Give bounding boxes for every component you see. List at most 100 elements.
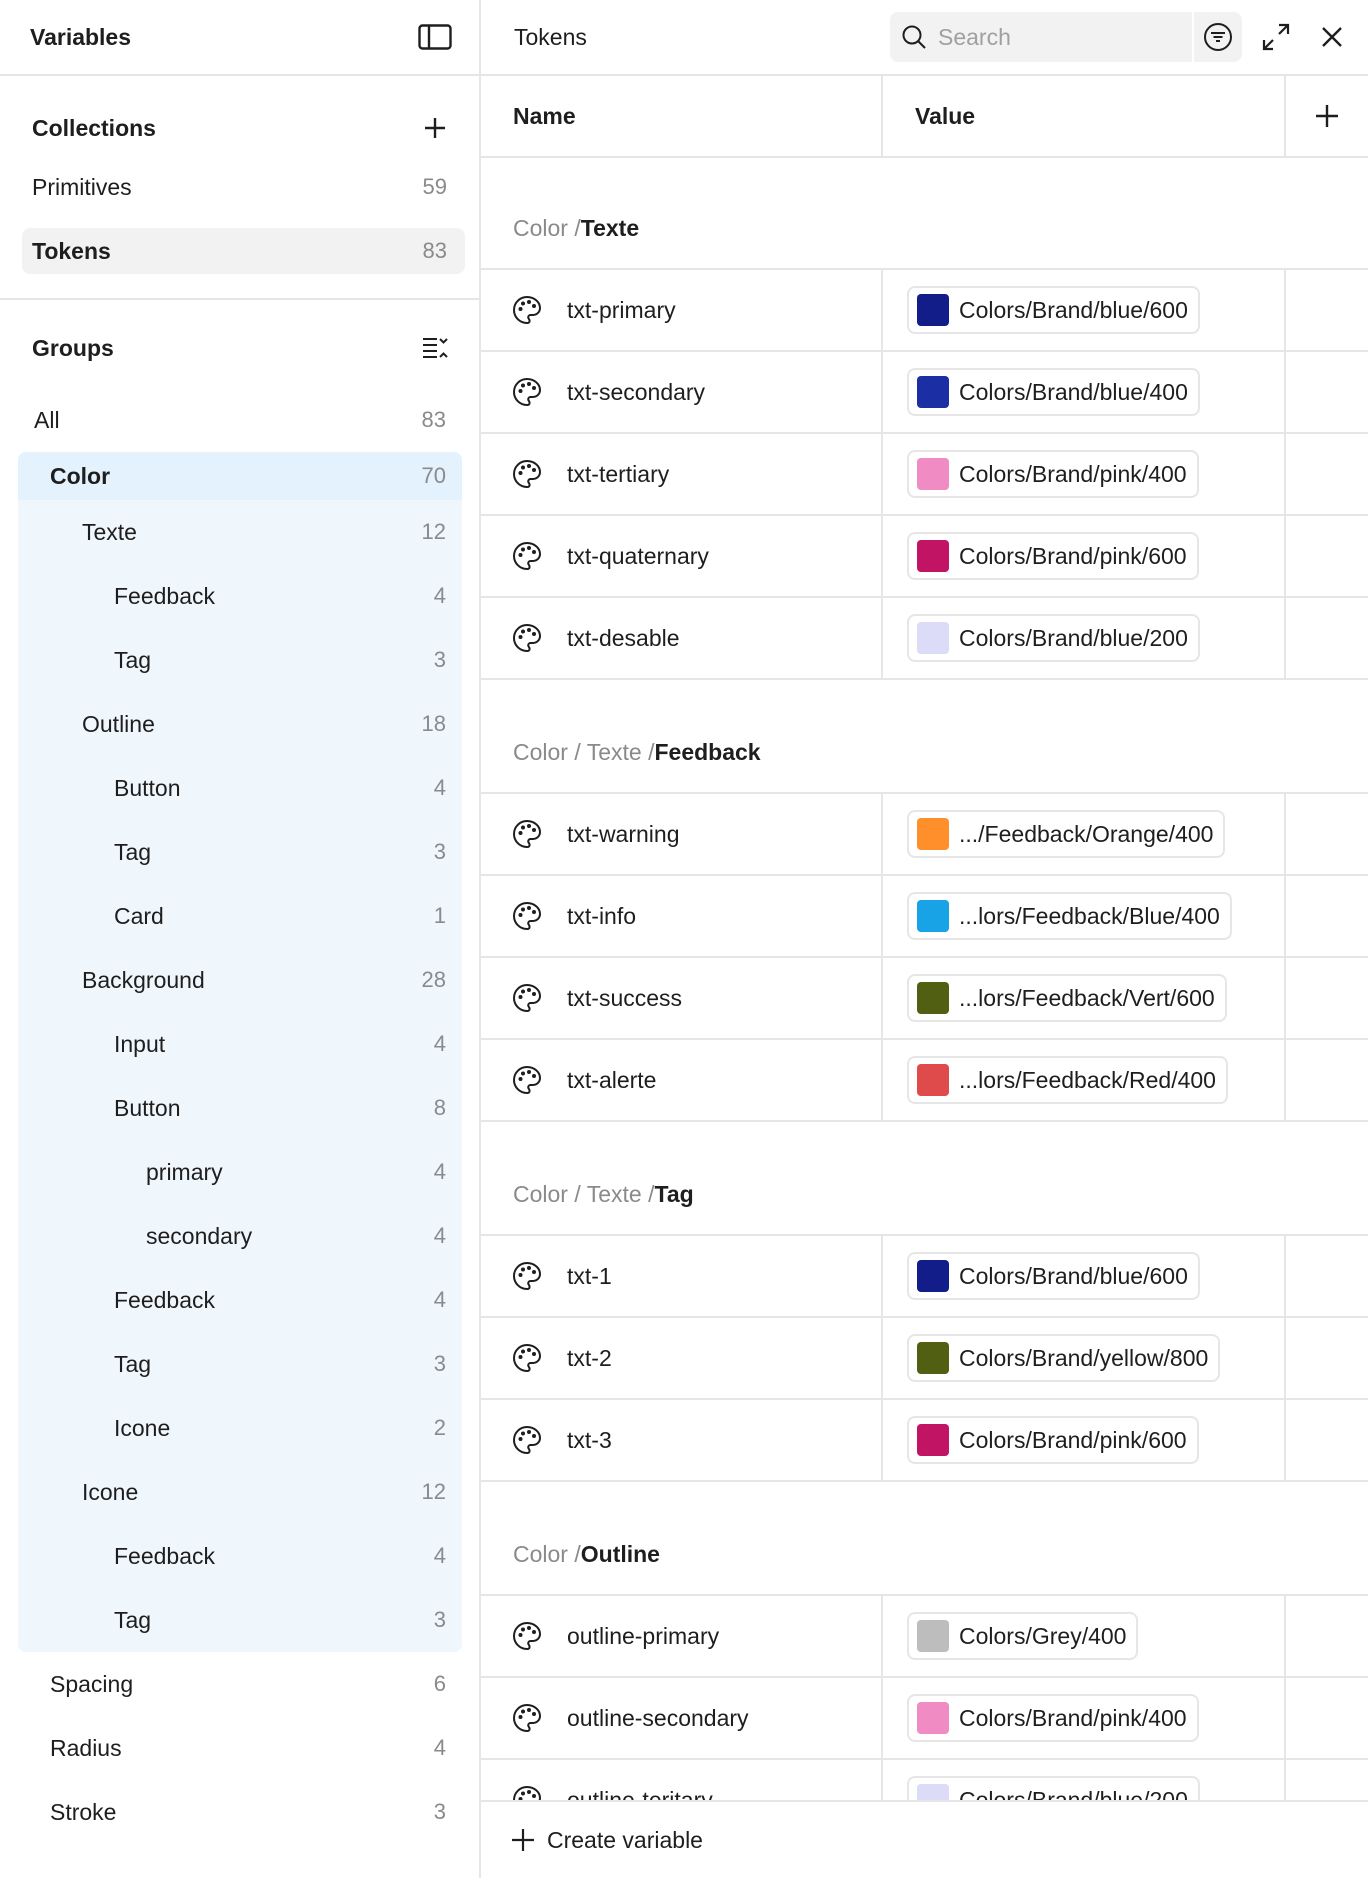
column-header-value: Value <box>883 76 1286 156</box>
group-item-outline-tag[interactable]: Tag 3 <box>18 820 462 884</box>
alias-chip[interactable]: ...lors/Feedback/Red/400 <box>907 1056 1228 1104</box>
variable-value-cell[interactable]: Colors/Brand/yellow/800 <box>883 1318 1286 1398</box>
group-item-background[interactable]: Background 28 <box>18 948 462 1012</box>
group-item-icone[interactable]: Icone 12 <box>18 1460 462 1524</box>
group-item-icone-tag[interactable]: Tag 3 <box>18 1588 462 1652</box>
group-item-stroke[interactable]: Stroke 3 <box>18 1780 462 1844</box>
group-label: Input <box>114 1030 166 1057</box>
alias-label: Colors/Grey/400 <box>959 1622 1127 1649</box>
table-row[interactable]: txt-secondary Colors/Brand/blue/400 <box>481 352 1368 434</box>
variable-name-cell[interactable]: txt-3 <box>481 1400 883 1480</box>
variable-name-cell[interactable]: txt-info <box>481 876 883 956</box>
variable-value-cell[interactable]: ...lors/Feedback/Red/400 <box>883 1040 1286 1120</box>
collapse-groups-icon[interactable] <box>415 328 455 368</box>
table-row[interactable]: txt-primary Colors/Brand/blue/600 <box>481 270 1368 352</box>
variable-value-cell[interactable]: .../Feedback/Orange/400 <box>883 794 1286 874</box>
group-item-outline-button[interactable]: Button 4 <box>18 756 462 820</box>
alias-label: ...lors/Feedback/Vert/600 <box>959 984 1215 1011</box>
alias-chip[interactable]: Colors/Brand/pink/400 <box>907 1694 1199 1742</box>
add-mode-icon[interactable] <box>1286 76 1368 156</box>
variable-name-cell[interactable]: txt-quaternary <box>481 516 883 596</box>
group-item-icone-feedback[interactable]: Feedback 4 <box>18 1524 462 1588</box>
toggle-sidebar-icon[interactable] <box>415 17 455 57</box>
variable-name-cell[interactable]: txt-1 <box>481 1236 883 1316</box>
variable-name-cell[interactable]: outline-secondary <box>481 1678 883 1758</box>
table-row[interactable]: txt-info ...lors/Feedback/Blue/400 <box>481 876 1368 958</box>
alias-chip[interactable]: Colors/Brand/pink/600 <box>907 1416 1199 1464</box>
variable-name-cell[interactable]: txt-warning <box>481 794 883 874</box>
table-row[interactable]: txt-desable Colors/Brand/blue/200 <box>481 598 1368 680</box>
variable-value-cell[interactable]: Colors/Brand/pink/400 <box>883 434 1286 514</box>
group-item-background-icone[interactable]: Icone 2 <box>18 1396 462 1460</box>
group-item-button-secondary[interactable]: secondary 4 <box>18 1204 462 1268</box>
alias-chip[interactable]: ...lors/Feedback/Blue/400 <box>907 892 1232 940</box>
group-item-color[interactable]: Color 70 <box>18 452 462 500</box>
variable-value-cell[interactable]: ...lors/Feedback/Vert/600 <box>883 958 1286 1038</box>
variable-name-cell[interactable]: txt-desable <box>481 598 883 678</box>
create-variable-button[interactable]: Create variable <box>481 1800 1368 1878</box>
table-row[interactable]: txt-success ...lors/Feedback/Vert/600 <box>481 958 1368 1040</box>
variable-value-cell[interactable]: Colors/Grey/400 <box>883 1596 1286 1676</box>
variable-value-cell[interactable]: Colors/Brand/pink/600 <box>883 1400 1286 1480</box>
variable-name-cell[interactable]: txt-secondary <box>481 352 883 432</box>
group-item-texte-feedback[interactable]: Feedback 4 <box>18 564 462 628</box>
alias-chip[interactable]: Colors/Brand/yellow/800 <box>907 1334 1221 1382</box>
variable-name: outline-secondary <box>567 1704 749 1731</box>
table-row[interactable]: txt-3 Colors/Brand/pink/600 <box>481 1400 1368 1482</box>
variable-name-cell[interactable]: txt-primary <box>481 270 883 350</box>
variable-value-cell[interactable]: Colors/Brand/blue/200 <box>883 598 1286 678</box>
group-item-texte[interactable]: Texte 12 <box>18 500 462 564</box>
group-item-spacing[interactable]: Spacing 6 <box>18 1652 462 1716</box>
variable-value-cell[interactable]: Colors/Brand/pink/400 <box>883 1678 1286 1758</box>
group-label: Card <box>114 902 164 929</box>
alias-chip[interactable]: Colors/Grey/400 <box>907 1612 1139 1660</box>
group-item-button-primary[interactable]: primary 4 <box>18 1140 462 1204</box>
group-item-outline[interactable]: Outline 18 <box>18 692 462 756</box>
table-row[interactable]: txt-warning .../Feedback/Orange/400 <box>481 794 1368 876</box>
group-item-background-input[interactable]: Input 4 <box>18 1012 462 1076</box>
alias-chip[interactable]: Colors/Brand/blue/600 <box>907 286 1200 334</box>
table-row[interactable]: txt-quaternary Colors/Brand/pink/600 <box>481 516 1368 598</box>
filter-icon[interactable] <box>1192 12 1242 62</box>
table-row[interactable]: outline-secondary Colors/Brand/pink/400 <box>481 1678 1368 1760</box>
variable-name-cell[interactable]: txt-success <box>481 958 883 1038</box>
variable-name-cell[interactable]: txt-2 <box>481 1318 883 1398</box>
table-row[interactable]: txt-alerte ...lors/Feedback/Red/400 <box>481 1040 1368 1122</box>
alias-chip[interactable]: Colors/Brand/blue/600 <box>907 1252 1200 1300</box>
group-item-all[interactable]: All 83 <box>18 388 462 452</box>
group-item-background-tag[interactable]: Tag 3 <box>18 1332 462 1396</box>
collection-item-primitives[interactable]: Primitives 59 <box>22 164 465 210</box>
table-row[interactable]: outline-primary Colors/Grey/400 <box>481 1596 1368 1678</box>
alias-chip[interactable]: Colors/Brand/pink/400 <box>907 450 1199 498</box>
group-item-radius[interactable]: Radius 4 <box>18 1716 462 1780</box>
collection-item-tokens[interactable]: Tokens 83 <box>22 228 465 274</box>
alias-chip[interactable]: Colors/Brand/pink/600 <box>907 532 1199 580</box>
variable-name-cell[interactable]: txt-alerte <box>481 1040 883 1120</box>
group-item-outline-card[interactable]: Card 1 <box>18 884 462 948</box>
table-row[interactable]: txt-tertiary Colors/Brand/pink/400 <box>481 434 1368 516</box>
expand-icon[interactable] <box>1248 9 1304 65</box>
group-count: 3 <box>433 1607 446 1632</box>
variable-value-cell[interactable]: Colors/Brand/blue/400 <box>883 352 1286 432</box>
alias-chip[interactable]: Colors/Brand/blue/200 <box>907 614 1200 662</box>
variable-value-cell[interactable]: Colors/Brand/blue/600 <box>883 1236 1286 1316</box>
close-icon[interactable] <box>1304 9 1360 65</box>
search-input[interactable] <box>938 23 1178 51</box>
group-item-background-feedback[interactable]: Feedback 4 <box>18 1268 462 1332</box>
variable-name-cell[interactable]: outline-primary <box>481 1596 883 1676</box>
variable-value-cell[interactable]: ...lors/Feedback/Blue/400 <box>883 876 1286 956</box>
alias-chip[interactable]: .../Feedback/Orange/400 <box>907 810 1226 858</box>
variable-value-cell[interactable]: Colors/Brand/pink/600 <box>883 516 1286 596</box>
alias-label: Colors/Brand/blue/200 <box>959 624 1188 651</box>
table-row[interactable]: txt-1 Colors/Brand/blue/600 <box>481 1236 1368 1318</box>
table-row[interactable]: txt-2 Colors/Brand/yellow/800 <box>481 1318 1368 1400</box>
alias-chip[interactable]: ...lors/Feedback/Vert/600 <box>907 974 1227 1022</box>
collection-title: Tokens <box>514 23 587 50</box>
variable-name-cell[interactable]: txt-tertiary <box>481 434 883 514</box>
variable-value-cell[interactable]: Colors/Brand/blue/600 <box>883 270 1286 350</box>
group-item-texte-tag[interactable]: Tag 3 <box>18 628 462 692</box>
group-label: Feedback <box>114 1286 216 1313</box>
alias-chip[interactable]: Colors/Brand/blue/400 <box>907 368 1200 416</box>
add-collection-icon[interactable] <box>415 108 455 148</box>
group-item-background-button[interactable]: Button 8 <box>18 1076 462 1140</box>
